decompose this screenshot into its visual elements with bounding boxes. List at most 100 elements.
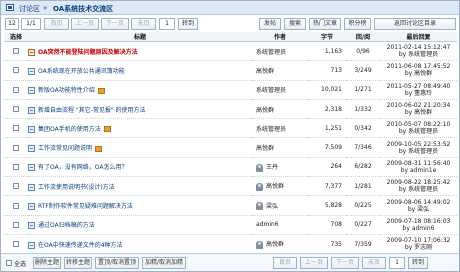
topic-last-reply-cell: 2010-06-02 21:20:34 by 高悦群: [380, 99, 457, 120]
topic-title-link[interactable]: 在OA中快速传递文件的4种方法: [38, 242, 123, 249]
topic-author[interactable]: admin6: [256, 221, 279, 228]
first-page-button[interactable]: 首页: [44, 18, 69, 30]
topic-title-link[interactable]: 集团OA手机的使用方法: [38, 126, 101, 133]
topic-author[interactable]: 高悦群: [256, 68, 274, 75]
topic-checkbox[interactable]: [13, 163, 19, 170]
footer-first-page-button[interactable]: 首页: [273, 257, 297, 269]
breadcrumb-board: OA系统技术交流区: [53, 5, 114, 13]
author-avatar-icon: [256, 182, 263, 191]
move-topic-button[interactable]: 转移主题: [64, 257, 92, 269]
last-reply-by[interactable]: by 系统管理员: [380, 186, 457, 193]
topic-select-cell: [4, 99, 28, 120]
topic-replies: 6/282: [346, 157, 380, 178]
topic-author-cell: admin6: [252, 215, 308, 235]
topic-author[interactable]: 高悦群: [256, 145, 274, 152]
topic-checkbox[interactable]: [13, 241, 19, 248]
topic-author[interactable]: 王丹: [266, 164, 278, 171]
topic-title-link[interactable]: 新增自由流程 "其它-常见报" 的使用方法: [38, 107, 146, 114]
topic-checkbox[interactable]: [13, 48, 19, 55]
topic-title-cell: 在OA中快速传递文件的4种方法: [28, 234, 252, 255]
topic-author[interactable]: 高悦群: [266, 183, 284, 190]
back-to-forum-index-button[interactable]: 返回讨论区目录: [374, 18, 456, 30]
topic-author[interactable]: 系统管理员: [256, 49, 286, 56]
topic-author[interactable]: 高悦群: [256, 107, 274, 114]
topic-select-cell: [4, 157, 28, 178]
last-reply-by[interactable]: by 罗志刚: [380, 244, 457, 251]
topic-checkbox[interactable]: [13, 67, 19, 74]
topic-title-link[interactable]: RTF制作软件常见疑难问题解决方法: [38, 203, 133, 210]
new-post-button[interactable]: 发帖: [259, 18, 281, 30]
last-page-button[interactable]: 末页: [131, 18, 156, 30]
prev-page-button[interactable]: 上一页: [71, 18, 99, 30]
topic-checkbox[interactable]: [13, 125, 19, 132]
next-page-button[interactable]: 下一页: [101, 18, 129, 30]
topic-icon: [28, 183, 35, 191]
topic-checkbox[interactable]: [13, 86, 19, 93]
topic-title-link[interactable]: OA系统现在开放公共通讯簿功能: [38, 68, 125, 75]
pin-toggle-button[interactable]: 置顶/取消置顶: [95, 257, 139, 269]
topic-select-cell: [4, 215, 28, 235]
topic-checkbox[interactable]: [13, 183, 19, 190]
topic-checkbox[interactable]: [13, 202, 19, 209]
search-button[interactable]: 搜索: [284, 18, 306, 30]
topic-author[interactable]: 系统管理员: [256, 87, 286, 94]
footer-prev-page-button[interactable]: 上一页: [300, 257, 328, 269]
topic-select-cell: [4, 137, 28, 158]
topic-title-link[interactable]: OA突然不能登陆问题原因及解决方法: [38, 49, 138, 56]
topic-title-cell: 工作流常见问题说明: [28, 137, 252, 158]
page-number-input[interactable]: 1: [159, 18, 175, 30]
topic-checkbox[interactable]: [13, 144, 19, 151]
topic-checkbox[interactable]: [13, 106, 19, 113]
topic-author-cell: 王丹: [252, 157, 308, 178]
footer-last-page-button[interactable]: 末页: [362, 257, 386, 269]
breadcrumb-forum-link[interactable]: 讨论区: [19, 4, 40, 14]
delete-topic-button[interactable]: 删除主题: [33, 257, 61, 269]
topic-title-link[interactable]: 工作流使用说明书(设计)方法: [38, 184, 115, 191]
topic-title-link[interactable]: 工作流常见问题说明: [38, 145, 92, 152]
topic-bytes: 1,251: [308, 118, 346, 139]
topic-row: 有了OA，没有网络，OA怎么用？ 王丹 264 6/282 2009-08-31 11:…: [4, 157, 457, 178]
last-reply-date: 2009-08-31 11:56:40: [386, 159, 451, 167]
select-all-checkbox[interactable]: [6, 260, 12, 266]
topic-title-link[interactable]: 有了OA，没有网络，OA怎么用？: [38, 164, 127, 171]
topic-row: 新版OA功能特性介绍 系统管理员 10,021 1/271 2011-05-27 08:…: [4, 80, 457, 100]
points-ranking-button[interactable]: 积分榜: [344, 18, 371, 30]
topic-title-link[interactable]: 通过OA归档稿的方法: [38, 222, 95, 229]
topic-author[interactable]: 梁弘: [266, 203, 278, 210]
last-reply-by[interactable]: by admin6: [380, 225, 457, 232]
topic-replies: 7/346: [346, 137, 380, 158]
topic-author-cell: 系统管理员: [252, 41, 308, 62]
goto-page-button[interactable]: 转到: [178, 18, 198, 30]
topic-row: OA突然不能登陆问题原因及解决方法 系统管理员 1,163 0/96 2011-02-1…: [4, 41, 457, 62]
last-reply-by[interactable]: by 梁弘: [380, 206, 457, 213]
topic-replies: 3/249: [346, 60, 380, 81]
topic-bytes: 10,021: [308, 80, 346, 100]
footer-goto-page-button[interactable]: 转到: [408, 257, 428, 269]
last-reply-by[interactable]: by admin1e: [380, 167, 457, 174]
highlight-toggle-button[interactable]: 加精/取消加精: [142, 257, 186, 269]
last-reply-by[interactable]: by 高悦群: [380, 109, 457, 116]
topic-author[interactable]: 高悦群: [266, 241, 284, 248]
topic-bytes: 264: [308, 157, 346, 178]
topic-bytes: 2,318: [308, 99, 346, 120]
footer-page-number-input[interactable]: 1: [389, 257, 405, 269]
topic-title-link[interactable]: 新版OA功能特性介绍: [38, 87, 95, 94]
topic-replies: 0/342: [346, 118, 380, 139]
topic-bytes: 7,509: [308, 137, 346, 158]
home-icon[interactable]: [6, 4, 14, 11]
topic-last-reply-cell: 2009-08-06 14:49:02 by 梁弘: [380, 195, 457, 216]
last-reply-by[interactable]: by 系统管理员: [380, 51, 457, 58]
hot-topics-button[interactable]: 热门文章: [309, 18, 341, 30]
last-reply-by[interactable]: by 系统管理员: [380, 148, 457, 155]
topic-author[interactable]: 系统管理员: [256, 126, 286, 133]
topic-icon: [28, 164, 35, 172]
last-reply-by[interactable]: by 高悦群: [380, 70, 457, 77]
topic-icon: [28, 67, 35, 75]
topic-author-cell: 系统管理员: [252, 118, 308, 139]
topic-last-reply-cell: 2011-06-08 17:45:52 by 高悦群: [380, 60, 457, 81]
pinned-icon: [95, 145, 103, 152]
last-reply-by[interactable]: by 董惠玲: [380, 90, 457, 97]
footer-next-page-button[interactable]: 下一页: [331, 257, 359, 269]
topic-checkbox[interactable]: [13, 221, 19, 228]
last-reply-by[interactable]: by 系统管理员: [380, 128, 457, 135]
